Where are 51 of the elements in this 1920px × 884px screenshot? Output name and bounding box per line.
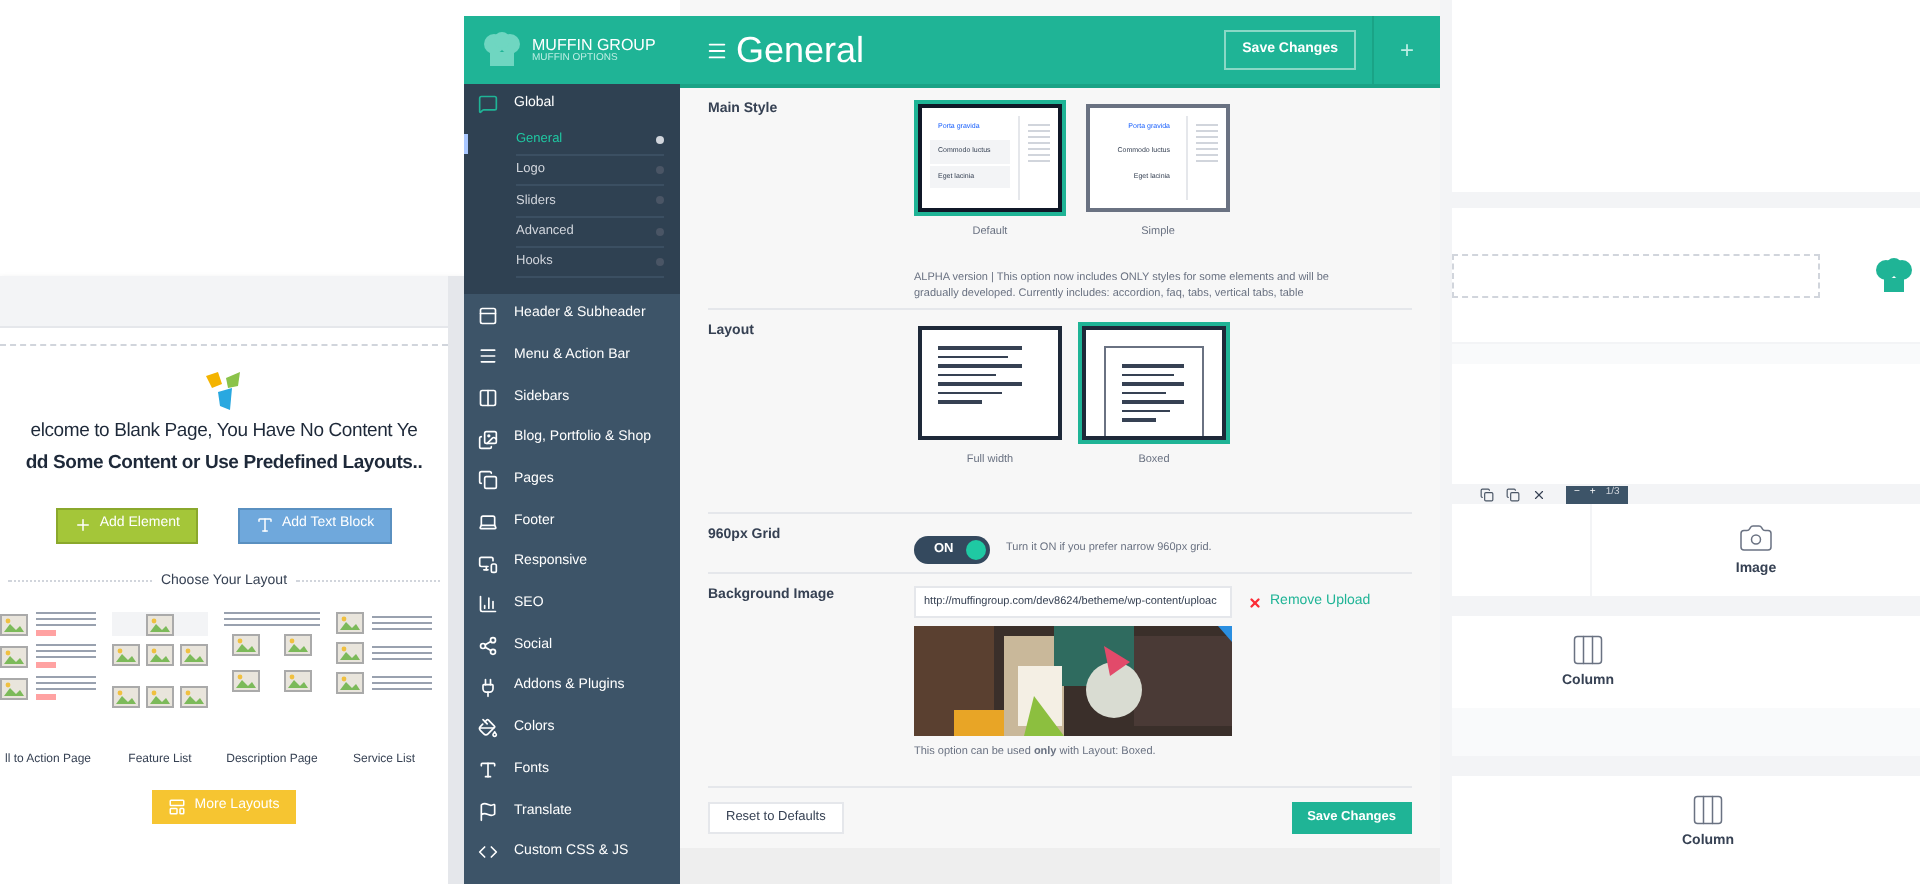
flag-icon <box>478 801 498 822</box>
image-placeholder-icon <box>0 613 28 635</box>
layout-option[interactable] <box>1082 326 1226 440</box>
layout-icon <box>168 798 187 816</box>
close-icon[interactable] <box>1532 487 1546 501</box>
image-placeholder-icon <box>111 644 140 666</box>
bar-chart-icon <box>478 594 498 615</box>
image-placeholder-icon <box>336 612 364 634</box>
columns-icon <box>478 387 498 408</box>
paint-bucket-icon <box>478 718 498 739</box>
menu-icon <box>478 346 498 367</box>
plug-icon <box>478 677 498 698</box>
page-title: General <box>736 27 867 73</box>
text-icon <box>255 516 274 534</box>
brand-name: MUFFIN GROUP <box>532 37 656 53</box>
layout-option[interactable] <box>918 326 1062 440</box>
code-icon <box>478 842 498 863</box>
welcome-text: elcome to Blank Page, You Have No Content Ye <box>30 418 418 446</box>
close-icon <box>1248 595 1262 609</box>
image-placeholder-icon <box>284 670 312 692</box>
drop-area[interactable] <box>1452 253 1820 297</box>
image-placeholder-icon <box>336 672 364 694</box>
image-placeholder-icon <box>180 644 209 666</box>
columns-icon <box>1570 632 1607 668</box>
camera-icon <box>1737 520 1774 556</box>
image-placeholder-icon <box>146 613 174 635</box>
columns-icon <box>1690 792 1727 828</box>
laptop-icon <box>478 511 498 532</box>
logo-icon <box>204 370 244 414</box>
devices-icon <box>478 553 498 574</box>
menu-icon[interactable] <box>706 39 728 61</box>
image-placeholder-icon <box>232 670 260 692</box>
image-placeholder-icon <box>284 634 312 656</box>
image-placeholder-icon <box>232 634 260 656</box>
welcome-text: dd Some Content or Use Predefined Layouts.. <box>25 450 423 479</box>
duplicate-icon[interactable] <box>1506 487 1520 501</box>
image-placeholder-icon <box>180 686 209 708</box>
chat-icon <box>478 94 498 115</box>
share-icon <box>478 636 498 657</box>
image-placeholder-icon <box>146 686 174 708</box>
plus-icon <box>73 516 92 534</box>
image-placeholder-icon <box>336 642 364 664</box>
image-placeholder-icon <box>111 686 140 708</box>
pages-icon <box>478 470 498 491</box>
copy-icon[interactable] <box>1480 487 1494 501</box>
image-placeholder-icon <box>0 677 28 699</box>
image-placeholder-icon <box>0 645 28 667</box>
panel-icon <box>478 305 498 326</box>
image-placeholder-icon <box>146 644 174 666</box>
images-icon <box>478 429 498 450</box>
type-icon <box>478 760 498 781</box>
